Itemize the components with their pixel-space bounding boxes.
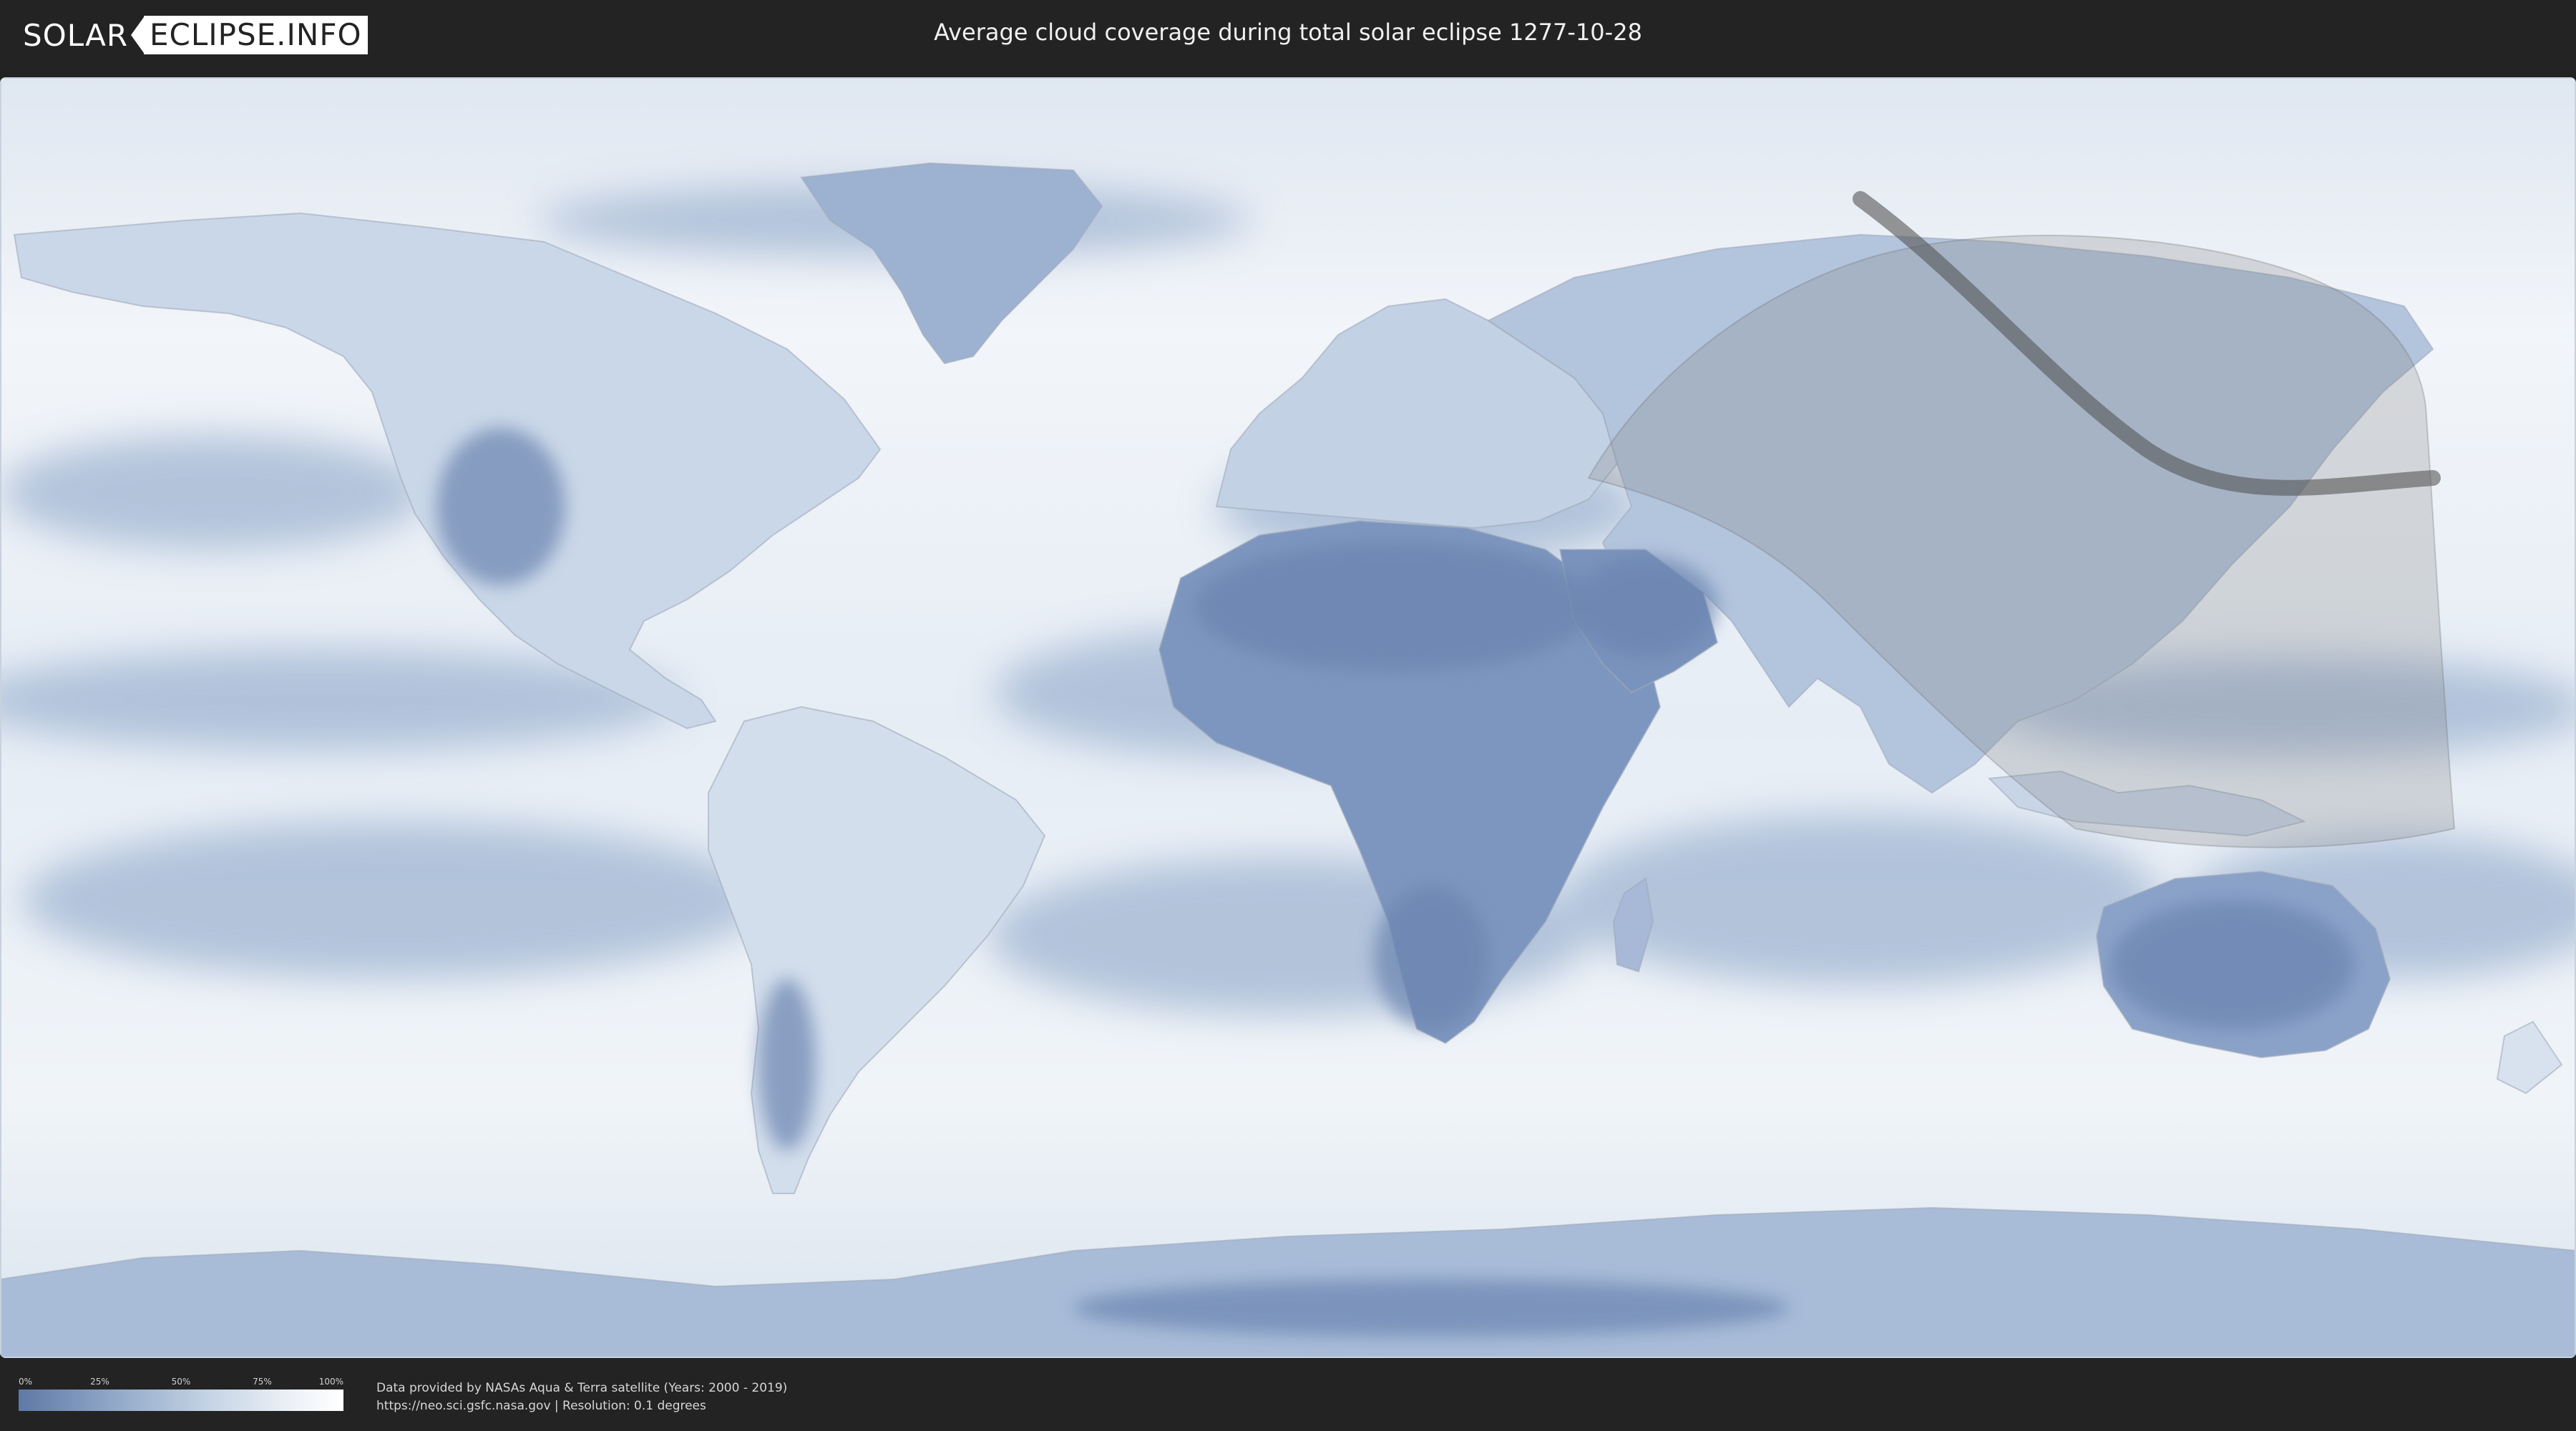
top-bar: SOLAR ECLIPSE.INFO Average cloud coverag… (0, 0, 2576, 72)
legend-tick-50: 50% (171, 1377, 191, 1387)
legend-tick-75: 75% (253, 1377, 272, 1387)
world-map-svg (0, 77, 2576, 1358)
cloud-coverage-map[interactable] (0, 77, 2576, 1358)
page-title: Average cloud coverage during total sola… (934, 19, 1642, 46)
data-credits: Data provided by NASAs Aqua & Terra sate… (376, 1379, 787, 1415)
credits-line-source: Data provided by NASAs Aqua & Terra sate… (376, 1381, 788, 1395)
cloud-coverage-legend: 0% 25% 50% 75% 100% (19, 1375, 343, 1411)
legend-tick-0: 0% (19, 1377, 33, 1387)
legend-ticks: 0% 25% 50% 75% 100% (19, 1375, 343, 1390)
credits-line-resolution: https://neo.sci.gsfc.nasa.gov | Resoluti… (376, 1399, 706, 1413)
legend-tick-100: 100% (318, 1377, 343, 1387)
legend-tick-25: 25% (90, 1377, 109, 1387)
legend-color-bar (19, 1390, 343, 1411)
